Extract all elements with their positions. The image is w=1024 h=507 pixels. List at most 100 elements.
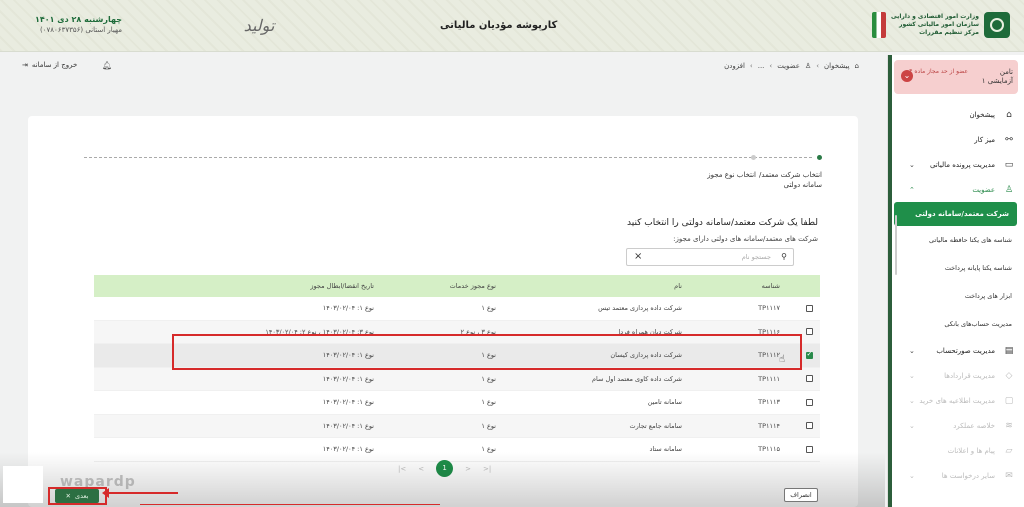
row-checkbox[interactable] <box>805 422 813 430</box>
cell-license-type: نوع ۱ <box>481 421 496 430</box>
breadcrumb-item: افزودن <box>724 62 745 70</box>
sidebar-item-label: پیشخوان <box>969 110 995 119</box>
user-icon: ♙ <box>804 62 812 70</box>
app-title: کارپوشه مؤدیان مالیاتی <box>440 20 558 31</box>
column-header: شناسه <box>761 282 780 290</box>
sidebar-subitem-trusted-company[interactable]: شرکت معتمد/سامانه دولتی <box>894 202 1017 226</box>
user-name: تامن آزمایشی ۱ <box>981 68 1013 85</box>
annotation-line <box>140 504 440 505</box>
cell-name: شرکت داده کاوی معتمد اول سام <box>591 374 682 383</box>
logout-button[interactable]: خروج از سامانه ⇥ <box>22 61 77 69</box>
cell-expiry-date: نوع ۱: ۱۴۰۳/۰۲/۰۴ <box>322 304 374 313</box>
step-dot-active <box>817 155 822 160</box>
row-checkbox[interactable] <box>805 328 813 336</box>
sidebar-item-tax-file[interactable]: ▭ مدیریت پرونده مالیاتی ⌄ <box>891 152 1024 177</box>
flag-icon <box>872 12 887 38</box>
org-logo: وزارت امور اقتصادی و دارایی سازمان امور … <box>872 12 1010 38</box>
sidebar-scrollbar[interactable] <box>895 215 897 275</box>
page-subtitle: شرکت های معتمد/سامانه های دولتی دارای مج… <box>673 235 818 243</box>
table-row[interactable]: TP۱۱۱۳ سامانه تامین نوع ۱ نوع ۱: ۱۴۰۳/۰۲/۰۴ <box>94 391 820 415</box>
checkbox-cell <box>798 304 820 312</box>
bell-icon[interactable]: 🔔︎ <box>102 61 112 70</box>
sidebar-nav: ⌂ پیشخوان ⚯ میز کار ▭ مدیریت پرونده مالی… <box>891 102 1024 488</box>
cell-id: TP۱۱۱۴ <box>758 421 780 430</box>
sidebar-item-membership[interactable]: ♙ عضویت ⌃ <box>891 177 1024 202</box>
row-checkbox[interactable] <box>805 350 813 359</box>
step-1-label: انتخاب شرکت معتمد/سامانه دولتی <box>759 171 822 189</box>
breadcrumb: ⌂ پیشخوان › ♙ عضویت › ... › افزودن <box>724 62 859 70</box>
handshake-icon: ◇ <box>1005 370 1013 381</box>
breadcrumb-item[interactable]: پیشخوان <box>824 62 850 70</box>
chevron-down-icon: ⌄ <box>909 396 915 405</box>
next-button-annotation <box>48 487 107 505</box>
row-checkbox[interactable] <box>805 375 813 383</box>
column-header: تاریخ انقضا/ابطال مجوز <box>310 282 374 290</box>
table-row[interactable]: TP۱۱۱۷ شرکت داده پردازی معتمد تیس نوع ۱ نوع… <box>94 297 820 321</box>
sidebar-item-performance[interactable]: ≋ خلاصه عملکرد ⌄ <box>891 413 1024 438</box>
search-icon: ⚲ <box>781 252 787 261</box>
chevron-left-icon: › <box>816 62 820 70</box>
sidebar-item-label: مدیریت پرونده مالیاتی <box>929 160 995 169</box>
cell-expiry-date: نوع ۱: ۱۴۰۳/۰۲/۰۴ <box>322 421 374 430</box>
cell-id: TP۱۱۱۳ <box>758 398 780 407</box>
table-header: شناسه نام نوع مجوز خدمات تاریخ انقضا/ابط… <box>94 275 820 297</box>
column-header: نوع مجوز خدمات <box>449 282 496 290</box>
sidebar-item-desk[interactable]: ⚯ میز کار <box>891 127 1024 152</box>
chevron-left-icon: › <box>749 62 753 70</box>
date-user-box: چهارشنبه ۲۸ دی ۱۴۰۱ مهیار استانی (۰۷۸۰۶۳… <box>12 15 122 34</box>
sidebar-item-messages[interactable]: ▱ پیام ها و اعلانات <box>891 438 1024 463</box>
table-row[interactable]: TP۱۱۱۴ سامانه جامع تجارت نوع ۱ نوع ۱: ۱۴۰۳/… <box>94 414 820 438</box>
row-checkbox[interactable] <box>805 304 813 312</box>
sidebar-item-requests[interactable]: ✉ سایر درخواست ها ⌄ <box>891 463 1024 488</box>
sidebar-item-label: مدیریت قراردادها <box>944 371 995 380</box>
cancel-button[interactable]: انصراف <box>784 488 818 502</box>
table-row[interactable]: TP۱۱۱۱ شرکت داده کاوی معتمد اول سام نوع ۱ ن… <box>94 367 820 391</box>
breadcrumb-item[interactable]: عضویت <box>777 62 800 70</box>
file-icon: ▭ <box>1004 159 1014 170</box>
column-header: نام <box>674 282 682 290</box>
page-title: لطفا یک شرکت معتمد/سامانه دولتی را انتخا… <box>627 218 818 228</box>
row-checkbox[interactable] <box>805 398 813 406</box>
chevron-down-icon[interactable]: ⌄ <box>901 70 913 82</box>
message-icon: ▱ <box>1005 445 1013 456</box>
user-role: عضو از حد مجاز ماده ۴ <box>909 68 968 75</box>
sidebar-item-label: پیام ها و اعلانات <box>947 446 995 455</box>
toolbar: ⌂ پیشخوان › ♙ عضویت › ... › افزودن 🔔︎ خر… <box>0 55 885 79</box>
checkbox-cell <box>798 398 820 406</box>
cell-expiry-date: نوع ۱: ۱۴۰۳/۰۲/۰۴ <box>322 398 374 407</box>
sidebar: تامن آزمایشی ۱ عضو از حد مجاز ماده ۴ ⌄ ⌂… <box>887 55 1024 507</box>
cell-name: سامانه تامین <box>647 398 682 407</box>
sidebar-item-dashboard[interactable]: ⌂ پیشخوان <box>891 102 1024 127</box>
cell-license-type: نوع ۱ <box>481 398 496 407</box>
org-line-1: وزارت امور اقتصادی و دارایی <box>891 13 979 20</box>
clear-icon[interactable]: × <box>634 251 642 262</box>
breadcrumb-item[interactable]: ... <box>758 62 765 70</box>
stepper-line <box>84 157 812 158</box>
chevron-down-icon: ⌄ <box>909 371 915 380</box>
user-id: مهیار استانی (۰۷۸۰۶۳۷۳۵۶) <box>40 26 122 34</box>
chevron-left-icon: › <box>769 62 773 70</box>
search-placeholder: جستجو نام <box>741 253 771 261</box>
mail-icon: ✉ <box>1005 470 1013 481</box>
sidebar-subitem-memory-ids[interactable]: شناسه های یکتا حافظه مالیاتی <box>891 226 1024 254</box>
sidebar-subitem-terminal-id[interactable]: شناسه یکتا پایانه پرداخت <box>891 254 1024 282</box>
slogan-logo: تولید <box>243 16 275 35</box>
org-line-3: مرکز تنظیم مقررات <box>919 29 979 36</box>
cell-id: TP۱۱۱۱ <box>758 374 780 383</box>
sidebar-item-invoices[interactable]: ▤ مدیریت صورتحساب ⌄ <box>891 338 1024 363</box>
sidebar-item-contracts[interactable]: ◇ مدیریت قراردادها ⌄ <box>891 363 1024 388</box>
annotation-arrow-icon <box>102 488 178 498</box>
search-input[interactable]: ⚲ جستجو نام × <box>626 248 794 266</box>
cell-name: شرکت داده پردازی معتمد تیس <box>598 304 682 313</box>
org-name: وزارت امور اقتصادی و دارایی سازمان امور … <box>891 13 979 37</box>
sidebar-item-label: میز کار <box>974 135 995 144</box>
sidebar-subitem-payment-tools[interactable]: ابزار های پرداخت <box>891 282 1024 310</box>
sidebar-subitem-bank-accounts[interactable]: مدیریت حساب‌های بانکی <box>891 310 1024 338</box>
main-card: انتخاب شرکت معتمد/سامانه دولتی انتخاب نو… <box>28 116 858 507</box>
chart-icon: ≋ <box>1005 420 1013 431</box>
blank-overlay <box>3 466 43 503</box>
sidebar-item-purchase-notices[interactable]: ▢ مدیریت اطلاعیه های خرید ⌄ <box>891 388 1024 413</box>
user-card[interactable]: تامن آزمایشی ۱ عضو از حد مجاز ماده ۴ ⌄ <box>894 60 1018 94</box>
nodes-icon: ⚯ <box>1005 134 1013 145</box>
receipt-icon: ▤ <box>1004 345 1014 356</box>
